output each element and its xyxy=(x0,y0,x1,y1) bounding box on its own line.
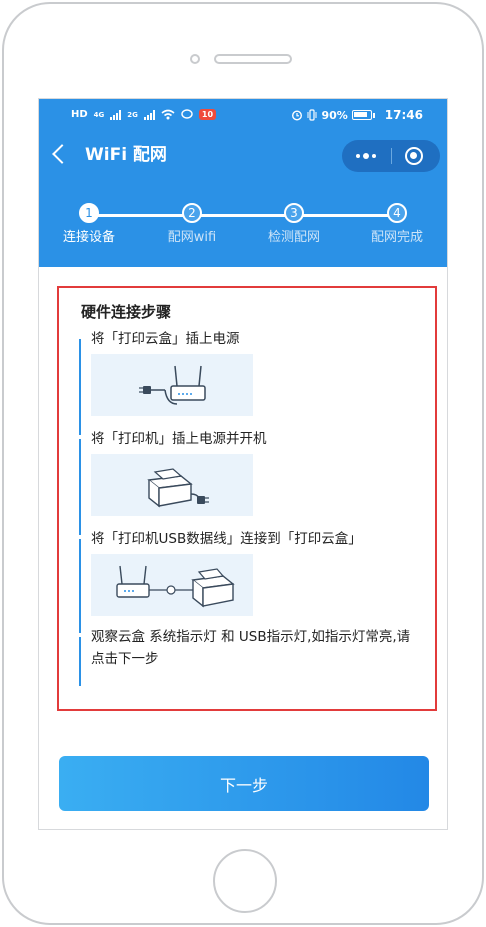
close-target-icon[interactable] xyxy=(405,147,423,165)
home-button[interactable] xyxy=(213,849,277,913)
more-dots-icon[interactable] xyxy=(342,140,390,172)
step-2-label: 配网wifi xyxy=(167,230,217,245)
hardware-step-4-text: 观察云盒 系统指示灯 和 USB指示灯,如指示灯常亮,请点击下一步 xyxy=(91,629,411,667)
router-printer-usb-icon xyxy=(91,554,253,616)
battery-percent: 90% xyxy=(321,108,348,122)
printer-plug-icon xyxy=(91,454,253,516)
step-3-label: 检测配网 xyxy=(267,230,320,245)
chevron-left-icon[interactable] xyxy=(52,144,72,164)
timeline-dot xyxy=(78,535,82,539)
timeline-dot xyxy=(78,335,82,339)
nav-bar: WiFi 配网 xyxy=(39,133,447,179)
timeline-dot xyxy=(78,633,82,637)
step-3-number: 3 xyxy=(284,203,304,223)
clock: 17:46 xyxy=(384,108,423,122)
signal-icon xyxy=(110,109,122,120)
step-4: 4 配网完成 xyxy=(357,203,437,247)
hardware-step-1-text: 将「打印云盒」插上电源 xyxy=(91,331,240,347)
next-step-button[interactable]: 下一步 xyxy=(59,756,429,811)
stepper-line xyxy=(91,214,399,217)
panel-title: 硬件连接步骤 xyxy=(81,303,172,321)
status-bar: HD 4G 2G 10 90% 17:46 xyxy=(39,99,447,133)
step-1-number: 1 xyxy=(79,203,99,223)
step-1-label: 连接设备 xyxy=(62,230,115,245)
app-screen: HD 4G 2G 10 90% 17:46 WiFi 配网 1 连接设备 2 配… xyxy=(38,98,448,830)
miniprogram-capsule xyxy=(342,140,440,172)
hd-indicator: HD xyxy=(71,109,88,120)
notification-badge: 10 xyxy=(198,109,217,120)
step-2: 2 配网wifi xyxy=(152,203,232,247)
progress-stepper: 1 连接设备 2 配网wifi 3 检测配网 4 配网完成 xyxy=(39,203,447,253)
timeline-dot xyxy=(78,435,82,439)
hardware-steps-panel: 硬件连接步骤 将「打印云盒」插上电源 将「打印机」插上电源并开机 将「打印机US… xyxy=(57,286,437,711)
battery-icon xyxy=(351,110,372,120)
earpiece-speaker xyxy=(214,54,292,64)
signal-icon-2 xyxy=(143,109,155,120)
network-2g-indicator: 2G xyxy=(127,110,138,119)
step-4-number: 4 xyxy=(387,203,407,223)
network-4g-indicator: 4G xyxy=(93,110,105,119)
front-camera xyxy=(190,54,200,64)
wifi-icon xyxy=(161,109,175,120)
capsule-divider xyxy=(391,148,392,164)
vibrate-icon xyxy=(307,109,317,121)
router-plug-icon xyxy=(91,354,253,416)
step-3: 3 检测配网 xyxy=(254,203,334,247)
hardware-step-3-text: 将「打印机USB数据线」连接到「打印云盒」 xyxy=(91,531,362,547)
step-1: 1 连接设备 xyxy=(49,203,129,247)
battery-tip xyxy=(372,112,375,118)
message-icon xyxy=(181,109,193,119)
step-2-number: 2 xyxy=(182,203,202,223)
page-title: WiFi 配网 xyxy=(85,145,167,165)
app-header: HD 4G 2G 10 90% 17:46 WiFi 配网 1 连接设备 2 配… xyxy=(39,99,447,267)
step-4-label: 配网完成 xyxy=(370,230,423,245)
alarm-icon xyxy=(292,110,303,121)
hardware-step-2-text: 将「打印机」插上电源并开机 xyxy=(91,431,267,447)
